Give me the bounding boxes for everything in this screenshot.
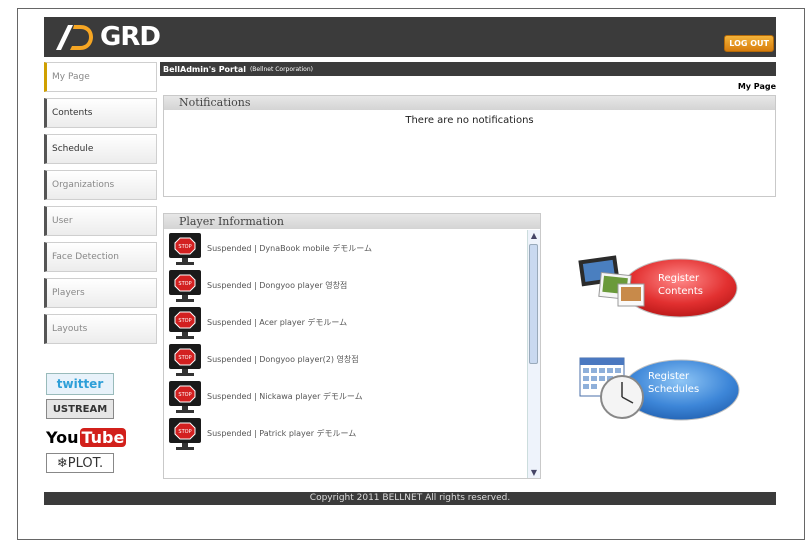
player-row-text: Suspended | Dongyoo player 영창점 bbox=[207, 281, 348, 290]
stop-monitor-icon: STOP bbox=[169, 380, 201, 413]
list-item[interactable]: STOP Suspended | Patrick player デモルーム bbox=[164, 415, 528, 452]
notifications-empty-text: There are no notifications bbox=[405, 115, 534, 126]
player-row-text: Suspended | Acer player デモルーム bbox=[207, 318, 348, 327]
svg-text:STOP: STOP bbox=[178, 355, 191, 361]
svg-text:STOP: STOP bbox=[178, 318, 191, 324]
sidebar-item-organizations[interactable]: Organizations bbox=[44, 170, 157, 200]
logout-button[interactable]: LOG OUT bbox=[724, 35, 774, 52]
player-information-panel: Player Information STOP Suspended | Dyna… bbox=[163, 213, 541, 479]
plot-badge[interactable]: ❄PLOT. bbox=[46, 453, 114, 473]
sidebar-item-schedule[interactable]: Schedule bbox=[44, 134, 157, 164]
list-item[interactable]: STOP Suspended | Dongyoo player(2) 영창점 bbox=[164, 341, 528, 378]
stop-monitor-icon: STOP bbox=[169, 306, 201, 339]
scroll-down-icon[interactable]: ▼ bbox=[528, 467, 540, 478]
list-item[interactable]: STOP Suspended | Acer player デモルーム bbox=[164, 304, 528, 341]
stop-monitor-icon: STOP bbox=[169, 417, 201, 450]
list-item[interactable]: STOP Suspended | Nickawa player デモルーム bbox=[164, 378, 528, 415]
player-information-heading: Player Information bbox=[164, 214, 540, 229]
player-row-text: Suspended | Dongyoo player(2) 영창점 bbox=[207, 355, 359, 364]
stop-monitor-icon: STOP bbox=[169, 269, 201, 302]
player-row-text: Suspended | DynaBook mobile デモルーム bbox=[207, 244, 373, 253]
twitter-badge[interactable]: twitter bbox=[46, 373, 114, 395]
svg-text:STOP: STOP bbox=[178, 244, 191, 250]
svg-text:STOP: STOP bbox=[178, 392, 191, 398]
breadcrumb: My Page bbox=[737, 82, 776, 91]
sidebar-nav: My Page Contents Schedule Organizations … bbox=[44, 62, 157, 350]
svg-text:STOP: STOP bbox=[178, 281, 191, 287]
register-contents-label: Register Contents bbox=[658, 273, 703, 297]
list-item[interactable]: STOP Suspended | Dongyoo player 영창점 bbox=[164, 267, 528, 304]
stop-monitor-icon: STOP bbox=[169, 343, 201, 376]
youtube-badge[interactable]: You Tube bbox=[46, 425, 127, 449]
register-schedules-button[interactable]: Register Schedules bbox=[578, 353, 740, 423]
register-schedules-label: Register Schedules bbox=[648, 371, 700, 395]
ustream-badge[interactable]: USTREAM bbox=[46, 399, 114, 419]
player-row-text: Suspended | Patrick player デモルーム bbox=[207, 429, 357, 438]
portal-title: BellAdmin's Portal bbox=[163, 64, 246, 74]
portal-company: (Bellnet Corporation) bbox=[249, 65, 313, 73]
portal-bar: BellAdmin's Portal (Bellnet Corporation) bbox=[160, 62, 776, 76]
sidebar-item-contents[interactable]: Contents bbox=[44, 98, 157, 128]
player-row-text: Suspended | Nickawa player デモルーム bbox=[207, 392, 363, 401]
register-contents-button[interactable]: Register Contents bbox=[578, 248, 738, 318]
player-list-scrollbar[interactable]: ▲ ▼ bbox=[527, 230, 540, 478]
scroll-thumb[interactable] bbox=[529, 244, 538, 364]
sidebar-item-face-detection[interactable]: Face Detection bbox=[44, 242, 157, 272]
notifications-heading: Notifications bbox=[164, 96, 775, 110]
app-logo: GRD bbox=[54, 20, 161, 54]
youtube-you-text: You bbox=[46, 427, 79, 447]
stop-monitor-icon: STOP bbox=[169, 232, 201, 265]
logo-text: GRD bbox=[100, 22, 161, 52]
logo-mark-icon bbox=[56, 25, 93, 50]
list-item[interactable]: STOP Suspended | DynaBook mobile デモルーム bbox=[164, 230, 528, 267]
scroll-up-icon[interactable]: ▲ bbox=[528, 230, 540, 241]
sidebar-item-user[interactable]: User bbox=[44, 206, 157, 236]
player-list: STOP Suspended | DynaBook mobile デモルーム S… bbox=[164, 230, 528, 452]
youtube-tube-text: Tube bbox=[79, 427, 127, 447]
sidebar-item-layouts[interactable]: Layouts bbox=[44, 314, 157, 344]
sidebar-item-players[interactable]: Players bbox=[44, 278, 157, 308]
notifications-panel: Notifications There are no notifications bbox=[163, 95, 776, 197]
svg-text:STOP: STOP bbox=[178, 429, 191, 435]
footer-copyright: Copyright 2011 BELLNET All rights reserv… bbox=[44, 492, 776, 505]
sidebar-item-my-page[interactable]: My Page bbox=[44, 62, 157, 92]
top-header: GRD LOG OUT bbox=[44, 17, 776, 57]
